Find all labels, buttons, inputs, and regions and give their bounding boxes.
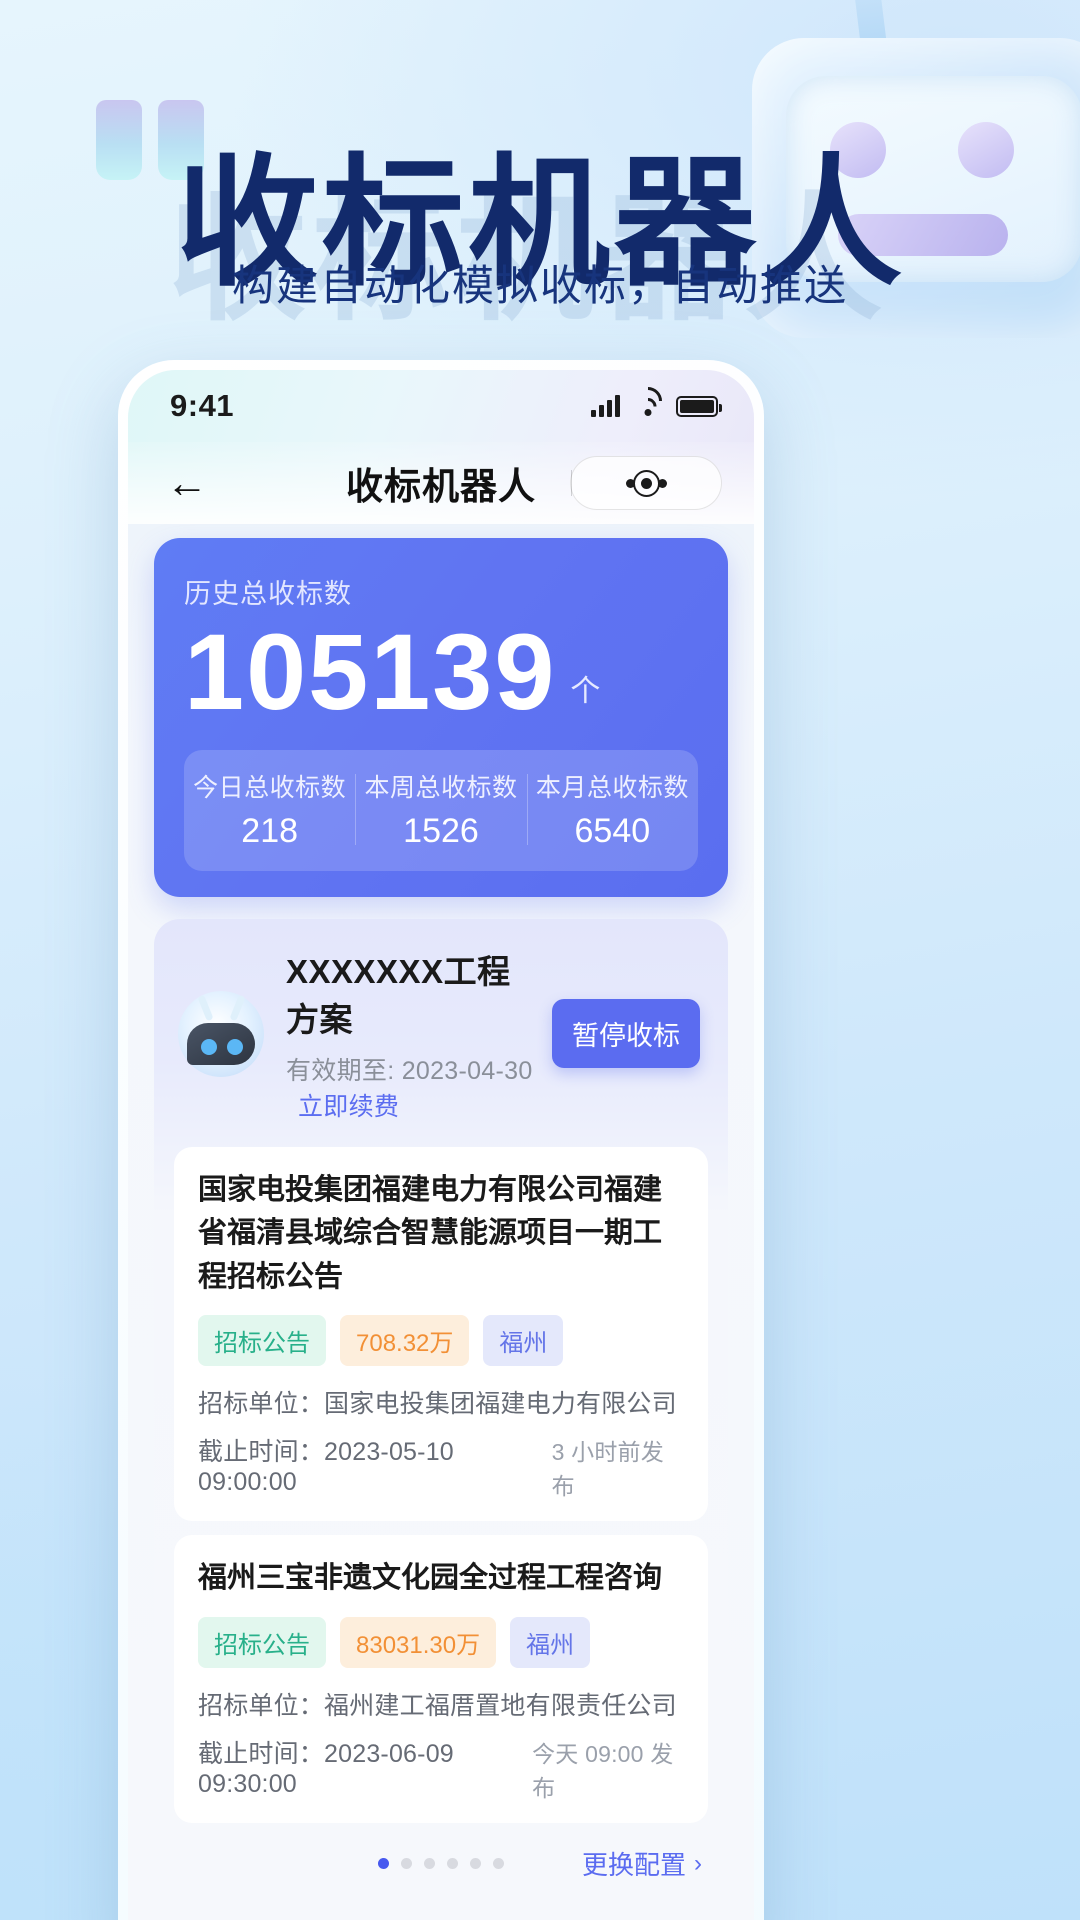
- bid-deadline-row: 截止时间：2023-05-10 09:00:00 3 小时前发布: [198, 1432, 684, 1501]
- stat-value-month: 6540: [574, 811, 651, 850]
- bid-deadline: 截止时间：2023-05-10 09:00:00: [198, 1432, 552, 1497]
- signal-icon: [591, 395, 620, 417]
- bid-title: 福州三宝非遗文化园全过程工程咨询: [198, 1562, 663, 1595]
- total-label: 历史总收标数: [184, 579, 352, 609]
- stat-label-week: 本周总收标数: [364, 773, 518, 802]
- bid-item[interactable]: 国家电投集团福建电力有限公司福建省福清县域综合智慧能源项目一期工程招标公告 招标…: [174, 1146, 708, 1522]
- screen-top-area: 9:41 ← 收标机器人: [128, 370, 754, 524]
- stat-column-today: 今日总收标数 218: [184, 768, 355, 851]
- bid-unit-row: 招标单位：国家电投集团福建电力有限公司: [198, 1384, 684, 1420]
- robot-config-card: XXXXXXX工程方案 有效期至: 2023-04-30 立即续费 暂停收标 国家…: [154, 918, 728, 1903]
- bid-tags: 招标公告 708.32万 福州: [198, 1315, 684, 1367]
- phone-mockup: 9:41 ← 收标机器人 历史总收标数 105139 个 今日总收标数 218 …: [118, 360, 764, 1920]
- sub-stats-row: 今日总收标数 218 本周总收标数 1526 本月总收标数 6540: [184, 749, 698, 871]
- bid-deadline-label: 截止时间：: [198, 1739, 325, 1768]
- nav-bar: ← 收标机器人: [128, 442, 754, 524]
- status-icons: [591, 370, 722, 442]
- total-value: 105139: [184, 611, 557, 732]
- config-text-block: XXXXXXX工程方案 有效期至: 2023-04-30 立即续费: [264, 945, 542, 1123]
- stat-column-week: 本周总收标数 1526: [355, 768, 526, 851]
- pagination-dot[interactable]: [493, 1858, 504, 1870]
- bid-unit-row: 招标单位：福州建工福厝置地有限责任公司: [198, 1686, 684, 1722]
- pagination-dots[interactable]: [174, 1858, 708, 1870]
- robot-antenna-icon: [850, 0, 892, 84]
- bid-deadline-row: 截止时间：2023-06-09 09:30:00 今天 09:00 发布: [198, 1734, 684, 1803]
- back-arrow-icon[interactable]: ←: [164, 460, 210, 506]
- bid-item[interactable]: 福州三宝非遗文化园全过程工程咨询 招标公告 83031.30万 福州 招标单位：…: [174, 1535, 708, 1823]
- status-time: 9:41: [170, 388, 235, 423]
- bid-unit-label: 招标单位：: [198, 1691, 325, 1720]
- bid-unit-value: 国家电投集团福建电力有限公司: [324, 1390, 677, 1419]
- stat-value-today: 218: [241, 811, 299, 850]
- bid-deadline-label: 截止时间：: [198, 1438, 325, 1467]
- pause-collection-button[interactable]: 暂停收标: [552, 999, 700, 1069]
- wechat-capsule[interactable]: [570, 456, 722, 510]
- tag-amount: 83031.30万: [340, 1616, 497, 1668]
- config-validity: 有效期至: 2023-04-30 立即续费: [286, 1051, 542, 1123]
- config-title: XXXXXXX工程方案: [286, 952, 511, 1038]
- tag-region: 福州: [510, 1616, 591, 1668]
- pagination-dot[interactable]: [424, 1858, 435, 1870]
- validity-label: 有效期至: 2023-04-30: [286, 1056, 533, 1085]
- poster-subtitle: 构建自动化模拟收标，自动推送: [231, 262, 848, 309]
- config-header: XXXXXXX工程方案 有效期至: 2023-04-30 立即续费 暂停收标: [174, 939, 708, 1133]
- bid-published-time: 今天 09:00 发布: [532, 1740, 674, 1801]
- phone-screen: 9:41 ← 收标机器人 历史总收标数 105139 个 今日总收标数 218 …: [128, 370, 754, 1920]
- bid-title: 国家电投集团福建电力有限公司福建省福清县域综合智慧能源项目一期工程招标公告: [198, 1173, 663, 1293]
- renew-link[interactable]: 立即续费: [298, 1093, 399, 1121]
- total-value-row: 105139 个: [184, 611, 698, 732]
- wifi-icon: [628, 380, 668, 421]
- stat-column-month: 本月总收标数 6540: [526, 768, 698, 851]
- tag-type: 招标公告: [198, 1315, 326, 1367]
- tag-region: 福州: [483, 1315, 564, 1367]
- status-bar: 9:41: [128, 370, 754, 442]
- poster-background: 收标机器人 收标机器人 构建自动化模拟收标，自动推送 9:41 ← 收标机器人 …: [0, 0, 1080, 1920]
- pagination-dot[interactable]: [470, 1858, 481, 1870]
- bid-unit-value: 福州建工福厝置地有限责任公司: [324, 1691, 677, 1720]
- statistics-card: 历史总收标数 105139 个 今日总收标数 218 本周总收标数 1526 本…: [154, 538, 728, 897]
- pagination-dot[interactable]: [401, 1858, 412, 1870]
- battery-icon: [676, 395, 722, 417]
- robot-eye-right-icon: [958, 122, 1014, 178]
- stat-value-week: 1526: [403, 811, 479, 850]
- pagination-dot[interactable]: [447, 1858, 458, 1870]
- tag-amount: 708.32万: [340, 1315, 470, 1367]
- config-footer: 更换配置 ›: [174, 1845, 708, 1885]
- tag-type: 招标公告: [198, 1616, 326, 1668]
- bid-unit-label: 招标单位：: [198, 1390, 325, 1419]
- bid-deadline: 截止时间：2023-06-09 09:30:00: [198, 1734, 532, 1799]
- page-content: 历史总收标数 105139 个 今日总收标数 218 本周总收标数 1526 本…: [128, 524, 754, 1920]
- pagination-dot[interactable]: [378, 1858, 389, 1870]
- stat-label-today: 今日总收标数: [193, 773, 347, 802]
- more-dots-icon[interactable]: [571, 478, 721, 488]
- bid-published-time: 3 小时前发布: [551, 1439, 664, 1500]
- robot-avatar-icon: [178, 990, 264, 1077]
- total-unit: 个: [570, 674, 601, 708]
- stat-label-month: 本月总收标数: [535, 773, 689, 802]
- bid-tags: 招标公告 83031.30万 福州: [198, 1616, 684, 1668]
